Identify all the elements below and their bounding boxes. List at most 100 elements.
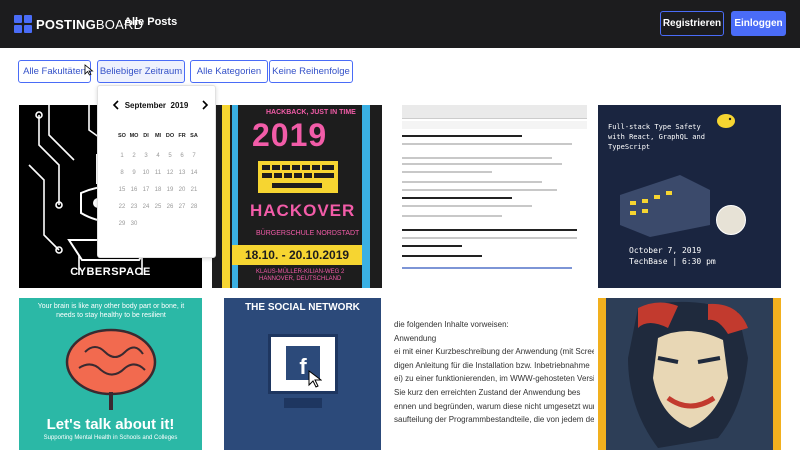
redacted-line: [402, 135, 522, 137]
doc-line: [402, 163, 562, 165]
speaker-avatar: [716, 205, 746, 235]
calendar-day[interactable]: 22: [116, 202, 128, 219]
post-card-joker-poster[interactable]: [598, 298, 781, 450]
hackover-name: HACKOVER: [250, 201, 356, 220]
brain-icon: [65, 328, 157, 410]
date-picker-popover: September 2019 SO MO DI MI DO FR SA 1 2 …: [97, 85, 216, 258]
hackover-dates: 18.10. - 20.10.2019: [232, 245, 362, 265]
login-button[interactable]: Einloggen: [731, 11, 786, 36]
weekday-header: MO: [129, 133, 139, 139]
calendar-day[interactable]: 9: [128, 168, 140, 185]
hackover-address: KLAUS-MÜLLER-KILIAN-WEG 2 HANNOVER, DEUT…: [256, 269, 345, 283]
bird-mascot-icon: [717, 114, 735, 128]
weekday-header: SA: [190, 133, 198, 139]
blue-stripe-right: [362, 105, 370, 288]
calendar-day[interactable]: 21: [188, 185, 200, 202]
calendar-day[interactable]: 1: [116, 151, 128, 168]
category-filter-button[interactable]: Alle Kategorien: [190, 60, 268, 83]
calendar-day[interactable]: 11: [152, 168, 164, 185]
calendar-day[interactable]: 26: [164, 202, 176, 219]
post-card-document[interactable]: [402, 105, 587, 288]
calendar-day[interactable]: 7: [188, 151, 200, 168]
top-header: POSTINGBOARD Alle Posts Registrieren Ein…: [0, 0, 800, 48]
social-network-title: THE SOCIAL NETWORK: [245, 302, 360, 313]
calendar-day[interactable]: 3: [140, 151, 152, 168]
keyboard-icon: [258, 161, 338, 193]
calendar-day[interactable]: 8: [116, 168, 128, 185]
hackover-tagline: HACKBACK, JUST IN TIME: [266, 109, 356, 116]
hackover-school: BÜRGERSCHULE NORDSTADT: [256, 230, 360, 237]
calendar-day[interactable]: 16: [128, 185, 140, 202]
calendar-day[interactable]: 5: [164, 151, 176, 168]
building-illustration: [620, 175, 710, 237]
calendar-day[interactable]: 10: [140, 168, 152, 185]
weekday-header: MI: [154, 133, 162, 139]
weekday-header: SO: [118, 133, 126, 139]
techbase-place: TechBase | 6:30 pm: [629, 257, 716, 266]
doc-line: [402, 237, 577, 239]
calendar-day[interactable]: 24: [140, 202, 152, 219]
register-button[interactable]: Registrieren: [660, 11, 724, 36]
faculty-filter-button[interactable]: Alle Fakultäten: [18, 60, 91, 83]
post-card-techbase[interactable]: Full-stack Type Safety with React, Graph…: [598, 105, 781, 288]
post-card-social-network[interactable]: THE SOCIAL NETWORK f: [224, 298, 381, 450]
doc-line: [402, 157, 552, 159]
post-card-article[interactable]: die folgenden Inhalte vorweisen: Anwendu…: [394, 298, 594, 450]
calendar-day[interactable]: 27: [176, 202, 188, 219]
techbase-title: Full-stack Type Safety with React, Graph…: [608, 123, 705, 151]
period-filter-button[interactable]: Beliebiger Zeitraum: [97, 60, 185, 83]
calendar-day[interactable]: 12: [164, 168, 176, 185]
post-card-hackover[interactable]: HACKBACK, JUST IN TIME 2019 HACKOVER BÜR…: [212, 105, 382, 288]
doc-line: [402, 205, 532, 207]
doc-link-line: [402, 267, 572, 269]
redacted-line: [402, 255, 482, 257]
mouse-pointer-icon: [84, 64, 94, 76]
calendar-day[interactable]: 14: [188, 168, 200, 185]
calendar-day[interactable]: 20: [176, 185, 188, 202]
yellow-stripe: [222, 105, 230, 288]
document-toolbar-2: [402, 121, 587, 129]
techbase-date: October 7, 2019: [629, 246, 702, 255]
calendar-day[interactable]: 4: [152, 151, 164, 168]
monitor-stand: [284, 398, 322, 408]
order-filter-button[interactable]: Keine Reihenfolge: [269, 60, 353, 83]
weekday-header: DO: [165, 133, 175, 139]
mental-health-subtitle: Supporting Mental Health in Schools and …: [43, 435, 178, 441]
calendar-day[interactable]: 15: [116, 185, 128, 202]
chevron-right-icon[interactable]: [201, 100, 211, 110]
weekday-header: DI: [143, 133, 149, 139]
calendar-day[interactable]: 2: [128, 151, 140, 168]
calendar-day[interactable]: 25: [152, 202, 164, 219]
doc-line: [402, 181, 542, 183]
redacted-line: [402, 245, 462, 247]
cyberspace-title: CYBERSPACE: [70, 266, 151, 278]
calendar-day-grid: SO MO DI MI DO FR SA 1 2 3 4 5 6 7 8 9 1…: [116, 133, 201, 236]
weekday-header: FR: [178, 133, 186, 139]
calendar-day[interactable]: 18: [152, 185, 164, 202]
calendar-day[interactable]: 28: [188, 202, 200, 219]
calendar-day[interactable]: 17: [140, 185, 152, 202]
doc-line: [402, 171, 492, 173]
calendar-day[interactable]: 30: [128, 219, 140, 236]
cursor-arrow-icon: [308, 370, 322, 388]
redacted-line: [402, 229, 577, 231]
calendar-day[interactable]: 6: [176, 151, 188, 168]
nav-all-posts[interactable]: Alle Posts: [124, 16, 177, 28]
joker-portrait-illustration: [598, 298, 781, 450]
mental-health-headline: Let's talk about it!: [46, 416, 175, 433]
redacted-line: [402, 197, 512, 199]
article-text: die folgenden Inhalte vorweisen: Anwendu…: [394, 320, 594, 425]
grid-logo-icon: [14, 15, 32, 33]
calendar-day[interactable]: 13: [176, 168, 188, 185]
calendar-day[interactable]: 19: [164, 185, 176, 202]
calendar-day[interactable]: 29: [116, 219, 128, 236]
calendar-month-year: September 2019: [124, 101, 189, 110]
doc-line: [402, 189, 557, 191]
doc-line: [402, 143, 572, 145]
doc-line: [402, 215, 502, 217]
post-card-mental-health[interactable]: Your brain is like any other body part o…: [19, 298, 202, 450]
mental-health-tagline: Your brain is like any other body part o…: [37, 303, 185, 320]
document-toolbar: [402, 105, 587, 119]
hackover-year: 2019: [252, 117, 328, 153]
calendar-day[interactable]: 23: [128, 202, 140, 219]
